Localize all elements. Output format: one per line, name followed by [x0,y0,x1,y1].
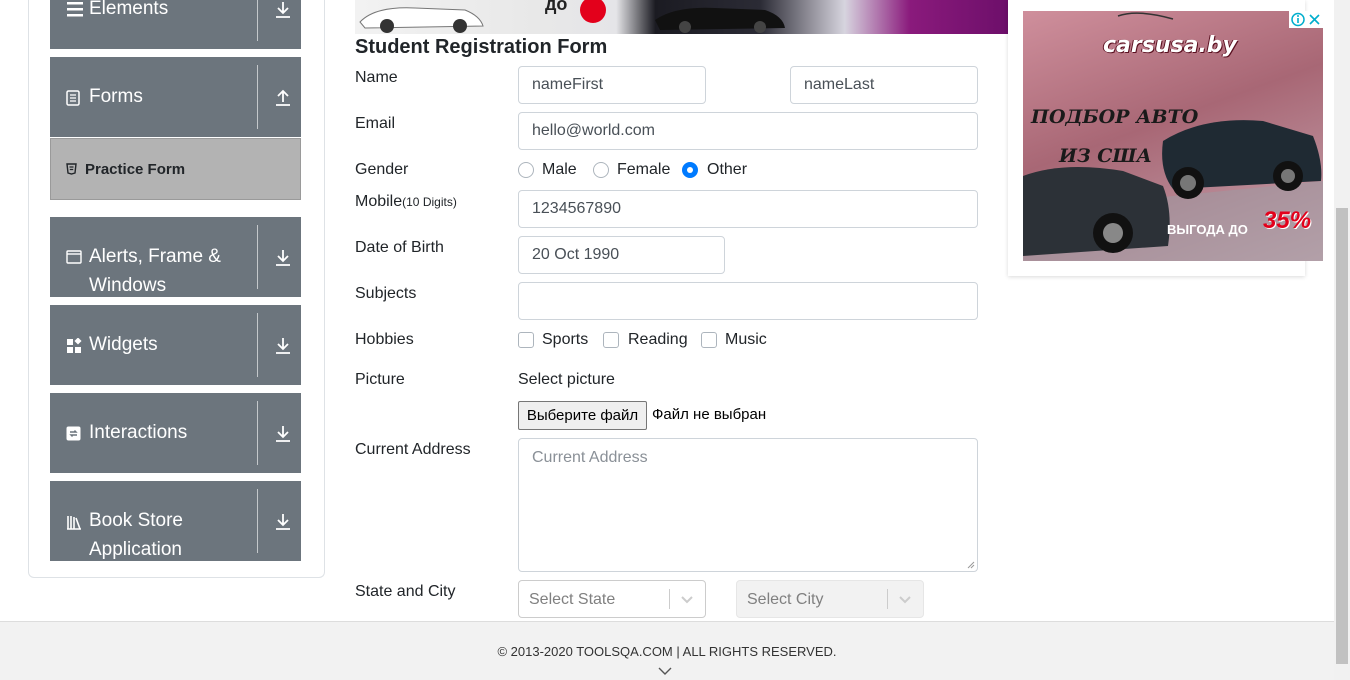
group-separator [257,0,258,41]
hobby-sports-checkbox[interactable] [518,332,534,348]
sidebar-group-widgets[interactable]: Widgets [50,305,301,385]
top-banner-ad[interactable]: до [355,0,1008,34]
state-city-label: State and City [355,583,456,600]
download-arrow-icon[interactable] [274,336,292,356]
hobby-music-checkbox[interactable] [701,332,717,348]
close-icon[interactable] [1308,13,1321,26]
select-separator [887,589,888,609]
sidebar-group-interactions[interactable]: Interactions [50,393,301,473]
sidebar-group-label-line2: Windows [89,275,167,296]
ad-line-4: 35% [1263,207,1312,234]
banner-artwork [359,0,785,33]
ad-line-1: ПОДБОР АВТО [1031,106,1199,128]
sidebar-group-forms[interactable]: Forms [50,57,301,137]
books-icon [67,516,81,530]
gender-female-radio[interactable] [593,162,609,178]
side-ad[interactable]: carsusa.by ПОДБОР АВТО ИЗ США ВЫГОДА ДО … [1023,11,1323,261]
chevron-down-icon[interactable] [679,591,695,607]
choose-file-button[interactable]: Выберите файл [518,401,647,430]
dob-label: Date of Birth [355,239,444,256]
vertical-scrollbar[interactable] [1334,0,1350,680]
scrollbar-thumb[interactable] [1336,208,1348,664]
document-icon [66,90,80,106]
banner-text: до [545,0,568,14]
hobbies-label: Hobbies [355,331,414,348]
ad-choices[interactable] [1289,11,1323,28]
footer: © 2013-2020 TOOLSQA.COM | ALL RIGHTS RES… [0,621,1334,680]
select-separator [669,589,670,609]
sidebar-group-elements[interactable]: Elements [50,0,301,49]
sidebar-group-label: Book Store [89,510,183,531]
name-label: Name [355,69,398,86]
last-name-input[interactable]: nameLast [790,66,978,104]
chevron-down-icon[interactable] [897,591,913,607]
sidebar-item-label: Practice Form [85,161,186,178]
gender-male-label[interactable]: Male [542,161,577,179]
file-status-text: Файл не выбран [652,406,767,423]
sidebar-group-alerts[interactable]: Alerts, Frame & Windows [50,217,301,297]
window-icon [66,250,82,264]
chevron-down-icon[interactable] [658,666,672,676]
group-separator [257,401,258,465]
sidebar-group-label: Alerts, Frame & [89,246,221,267]
sidebar-group-label: Interactions [89,422,188,443]
email-input[interactable]: hello@world.com [518,112,978,150]
sidebar-item-practice-form[interactable]: Practice Form [50,138,301,200]
gender-other-label[interactable]: Other [707,161,747,179]
group-separator [257,489,258,553]
group-separator [257,65,258,129]
dob-input[interactable]: 20 Oct 1990 [518,236,725,274]
hobby-reading-checkbox[interactable] [603,332,619,348]
sidebar-group-label: Elements [89,0,169,19]
sidebar-group-label: Widgets [89,334,158,355]
ad-line-3: ВЫГОДА ДО [1167,222,1248,237]
hobby-sports-label[interactable]: Sports [542,331,588,349]
gender-male-radio[interactable] [518,162,534,178]
mobile-label: Mobile(10 Digits) [355,193,457,211]
download-arrow-icon[interactable] [274,248,292,268]
download-arrow-icon[interactable] [274,512,292,532]
hobby-music-label[interactable]: Music [725,331,767,349]
city-placeholder: Select City [747,591,824,608]
footer-copyright: © 2013-2020 TOOLSQA.COM | ALL RIGHTS RES… [497,644,837,659]
sidebar-group-label-line2: Application [89,539,182,560]
gender-label: Gender [355,161,409,178]
html5-icon [66,163,77,175]
gender-other-radio[interactable] [682,162,698,178]
ad-line-2: ИЗ США [1059,145,1152,167]
group-separator [257,225,258,289]
current-address-label: Current Address [355,441,471,458]
mobile-label-text: Mobile [355,193,403,210]
city-select[interactable]: Select City [736,580,924,618]
sidebar-group-book-store[interactable]: Book Store Application [50,481,301,561]
ad-brand: carsusa.by [1103,33,1237,58]
select-picture-label: Select picture [518,371,615,388]
hobby-reading-label[interactable]: Reading [628,331,688,349]
picture-label: Picture [355,371,405,388]
upload-arrow-icon[interactable] [274,88,292,108]
email-label: Email [355,115,396,132]
gender-female-label[interactable]: Female [617,161,670,179]
current-address-textarea[interactable]: Current Address [518,438,978,572]
address-placeholder: Current Address [532,449,648,466]
form-title: Student Registration Form [355,36,608,58]
interactions-icon [66,426,81,441]
state-select[interactable]: Select State [518,580,706,618]
widgets-icon [67,338,82,353]
download-arrow-icon[interactable] [274,0,292,20]
mobile-hint: (10 Digits) [402,195,457,209]
subjects-label: Subjects [355,285,417,302]
state-placeholder: Select State [529,591,616,608]
subjects-input[interactable] [518,282,978,320]
sidebar-group-label: Forms [89,86,143,107]
resize-handle-icon[interactable] [967,561,975,569]
group-separator [257,313,258,377]
mobile-input[interactable]: 1234567890 [518,190,978,228]
menu-icon [67,2,83,17]
first-name-input[interactable]: nameFirst [518,66,706,104]
download-arrow-icon[interactable] [274,424,292,444]
